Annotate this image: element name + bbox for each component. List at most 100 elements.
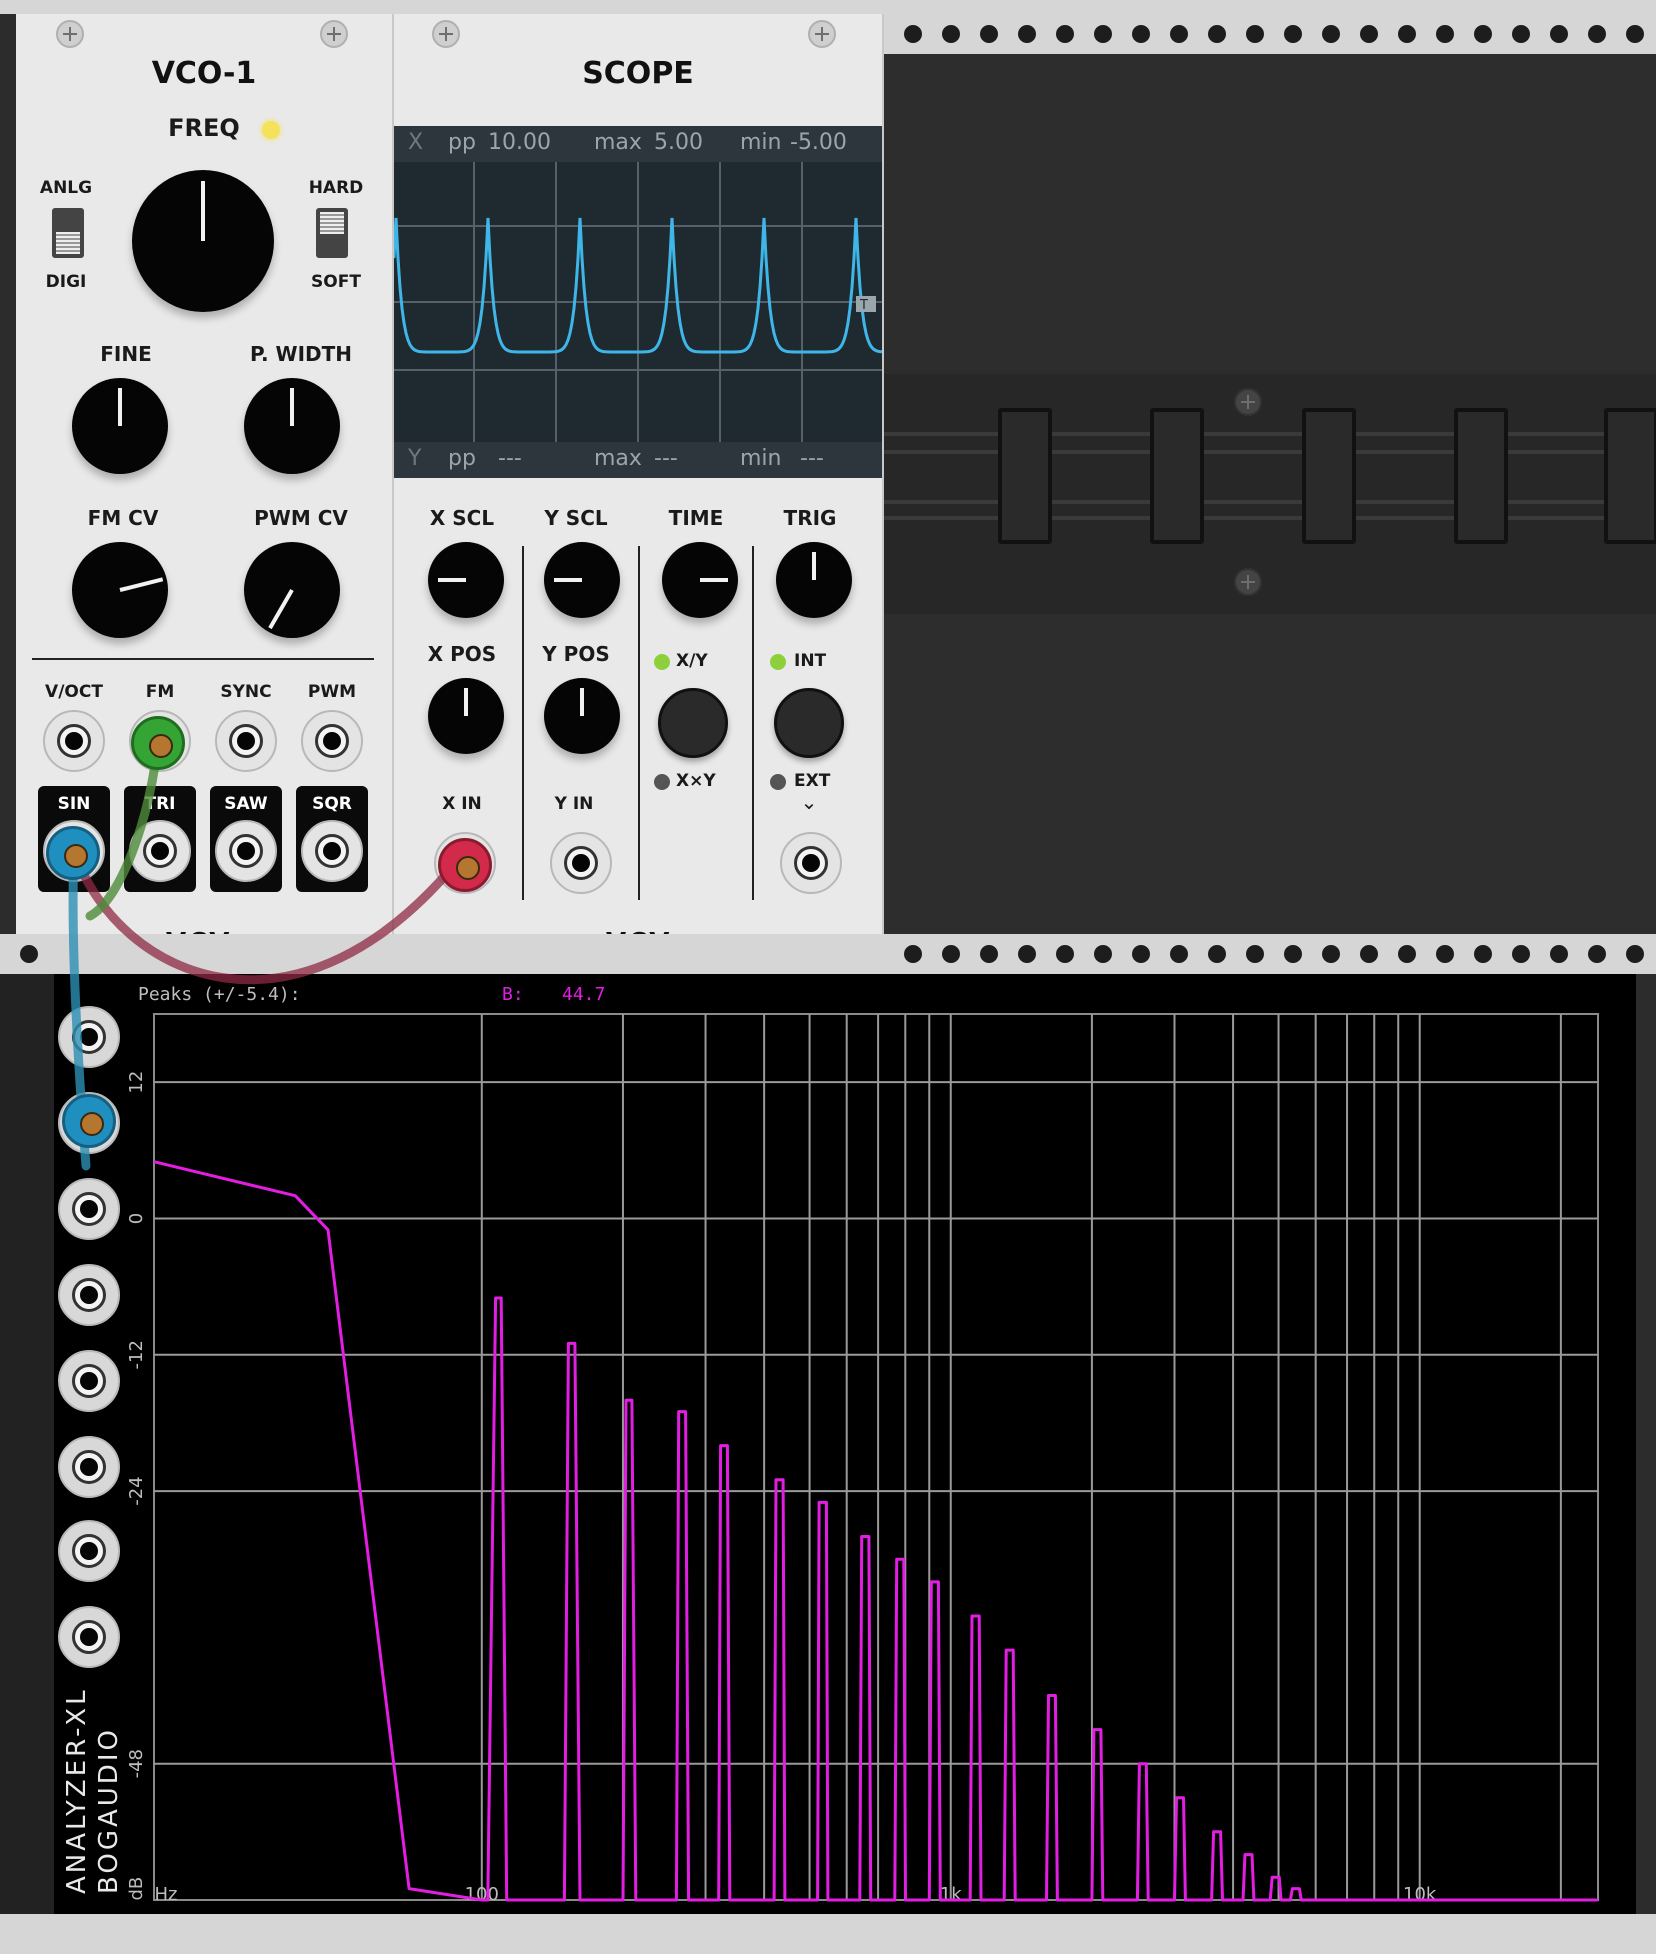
rail-hole — [980, 945, 998, 963]
hard-soft-switch[interactable] — [316, 208, 348, 258]
analyzer-input-jack-6[interactable] — [58, 1436, 120, 1498]
anlg-digi-switch[interactable] — [52, 208, 84, 258]
freq-knob[interactable] — [132, 170, 274, 312]
blank-slot — [1454, 408, 1508, 544]
analyzer-module: ANALYZER-XL BOGAUDIO Peaks (+/-5.4): B: … — [54, 974, 1636, 1914]
fine-label: FINE — [100, 342, 152, 366]
rail-hole — [1626, 25, 1644, 43]
pwmcv-label: PWM CV — [254, 506, 348, 530]
tri-output-jack[interactable] — [129, 820, 191, 882]
analyzer-input-jack-8[interactable] — [58, 1606, 120, 1668]
y-tick-label: 0 — [126, 1213, 147, 1224]
xmy-led — [654, 774, 670, 790]
hard-label: HARD — [308, 178, 364, 198]
rail-hole — [1018, 25, 1036, 43]
y-in-jack[interactable] — [550, 832, 612, 894]
xy-label: X/Y — [676, 651, 708, 671]
trig-knob[interactable] — [776, 542, 852, 618]
rail-hole — [1550, 25, 1568, 43]
ext-trig-jack[interactable] — [780, 832, 842, 894]
saw-output-jack[interactable] — [215, 820, 277, 882]
pwmcv-knob[interactable] — [244, 542, 340, 638]
x-max-value: 5.00 — [654, 130, 703, 155]
rail-hole — [1322, 945, 1340, 963]
rail-hole — [1132, 25, 1150, 43]
top-rack-rail-right — [883, 14, 1656, 54]
fmcv-label: FM CV — [87, 506, 159, 530]
blank-slot — [1604, 408, 1656, 544]
analyzer-input-jack-4[interactable] — [58, 1264, 120, 1326]
rail-hole — [1018, 945, 1036, 963]
y-tick-label: -24 — [126, 1476, 147, 1505]
rail-hole — [904, 945, 922, 963]
rail-hole — [904, 25, 922, 43]
analyzer-input-jack-7[interactable] — [58, 1520, 120, 1582]
analyzer-input-jack-1[interactable] — [58, 1006, 120, 1068]
input-label-fm: FM — [145, 682, 175, 702]
int-label: INT — [794, 651, 827, 671]
y-tick-label: dB — [126, 1877, 147, 1901]
rail-hole — [1246, 945, 1264, 963]
time-knob[interactable] — [662, 542, 738, 618]
y-pos-label: Y POS — [542, 642, 610, 666]
trigger-marker: T — [859, 298, 868, 313]
xy-mode-button[interactable] — [658, 688, 728, 758]
fmcv-knob[interactable] — [72, 542, 168, 638]
rail-hole — [1094, 945, 1112, 963]
rail-hole — [942, 945, 960, 963]
fm-plug-green[interactable] — [131, 716, 185, 770]
trig-source-button[interactable] — [774, 688, 844, 758]
analyzer-input-jack-3[interactable] — [58, 1178, 120, 1240]
x-scl-label: X SCL — [429, 506, 495, 530]
xy-led — [654, 654, 670, 670]
sin-plug-blue[interactable] — [46, 826, 100, 880]
analyzer-input-jack-5[interactable] — [58, 1350, 120, 1412]
screw-icon — [56, 20, 84, 48]
rail-hole — [1170, 945, 1188, 963]
analyzer-maker: BOGAUDIO — [94, 1727, 124, 1894]
y-stats-bar: Y pp --- max --- min --- — [394, 442, 882, 478]
x-channel-label: X — [408, 130, 424, 155]
screw-icon — [432, 20, 460, 48]
rail-hole — [1284, 945, 1302, 963]
rail-hole — [1360, 945, 1378, 963]
bottom-rack-rail — [0, 1914, 1656, 1954]
pwm-input-jack[interactable] — [301, 710, 363, 772]
rail-hole — [980, 25, 998, 43]
rail-hole — [1626, 945, 1644, 963]
screw-icon — [1234, 568, 1262, 596]
rail-hole — [1398, 945, 1416, 963]
rail-hole — [1056, 25, 1074, 43]
sqr-output-jack[interactable] — [301, 820, 363, 882]
screw-icon — [320, 20, 348, 48]
analyzer-plug-blue[interactable] — [62, 1094, 116, 1148]
pwidth-knob[interactable] — [244, 378, 340, 474]
y-pos-knob[interactable] — [544, 678, 620, 754]
y-pp-value: --- — [498, 446, 522, 471]
fine-knob[interactable] — [72, 378, 168, 474]
x-pos-knob[interactable] — [428, 678, 504, 754]
sync-input-jack[interactable] — [215, 710, 277, 772]
rail-hole — [1512, 25, 1530, 43]
scope-divider-1 — [522, 546, 524, 900]
voct-input-jack[interactable] — [43, 710, 105, 772]
x-scl-knob[interactable] — [428, 542, 504, 618]
y-pp-label: pp — [448, 446, 476, 471]
analyzer-name: ANALYZER-XL — [62, 1687, 92, 1894]
blank-slot — [1302, 408, 1356, 544]
x-min-label: min — [740, 130, 782, 155]
vco-module: VCO-1 FREQ ANLG DIGI HARD SOFT FINE P. W… — [16, 14, 394, 968]
y-min-label: min — [740, 446, 782, 471]
rail-hole — [1094, 25, 1112, 43]
freq-led — [262, 121, 280, 139]
input-label-pwm: PWM — [307, 682, 357, 702]
input-label-voct: V/OCT — [45, 682, 103, 702]
x-pp-label: pp — [448, 130, 476, 155]
xin-plug-red[interactable] — [438, 838, 492, 892]
screw-icon — [1234, 388, 1262, 416]
module-title: VCO-1 — [151, 56, 257, 91]
rail-hole — [1398, 25, 1416, 43]
int-led — [770, 654, 786, 670]
y-scl-knob[interactable] — [544, 542, 620, 618]
y-tick-label: 12 — [126, 1071, 147, 1094]
